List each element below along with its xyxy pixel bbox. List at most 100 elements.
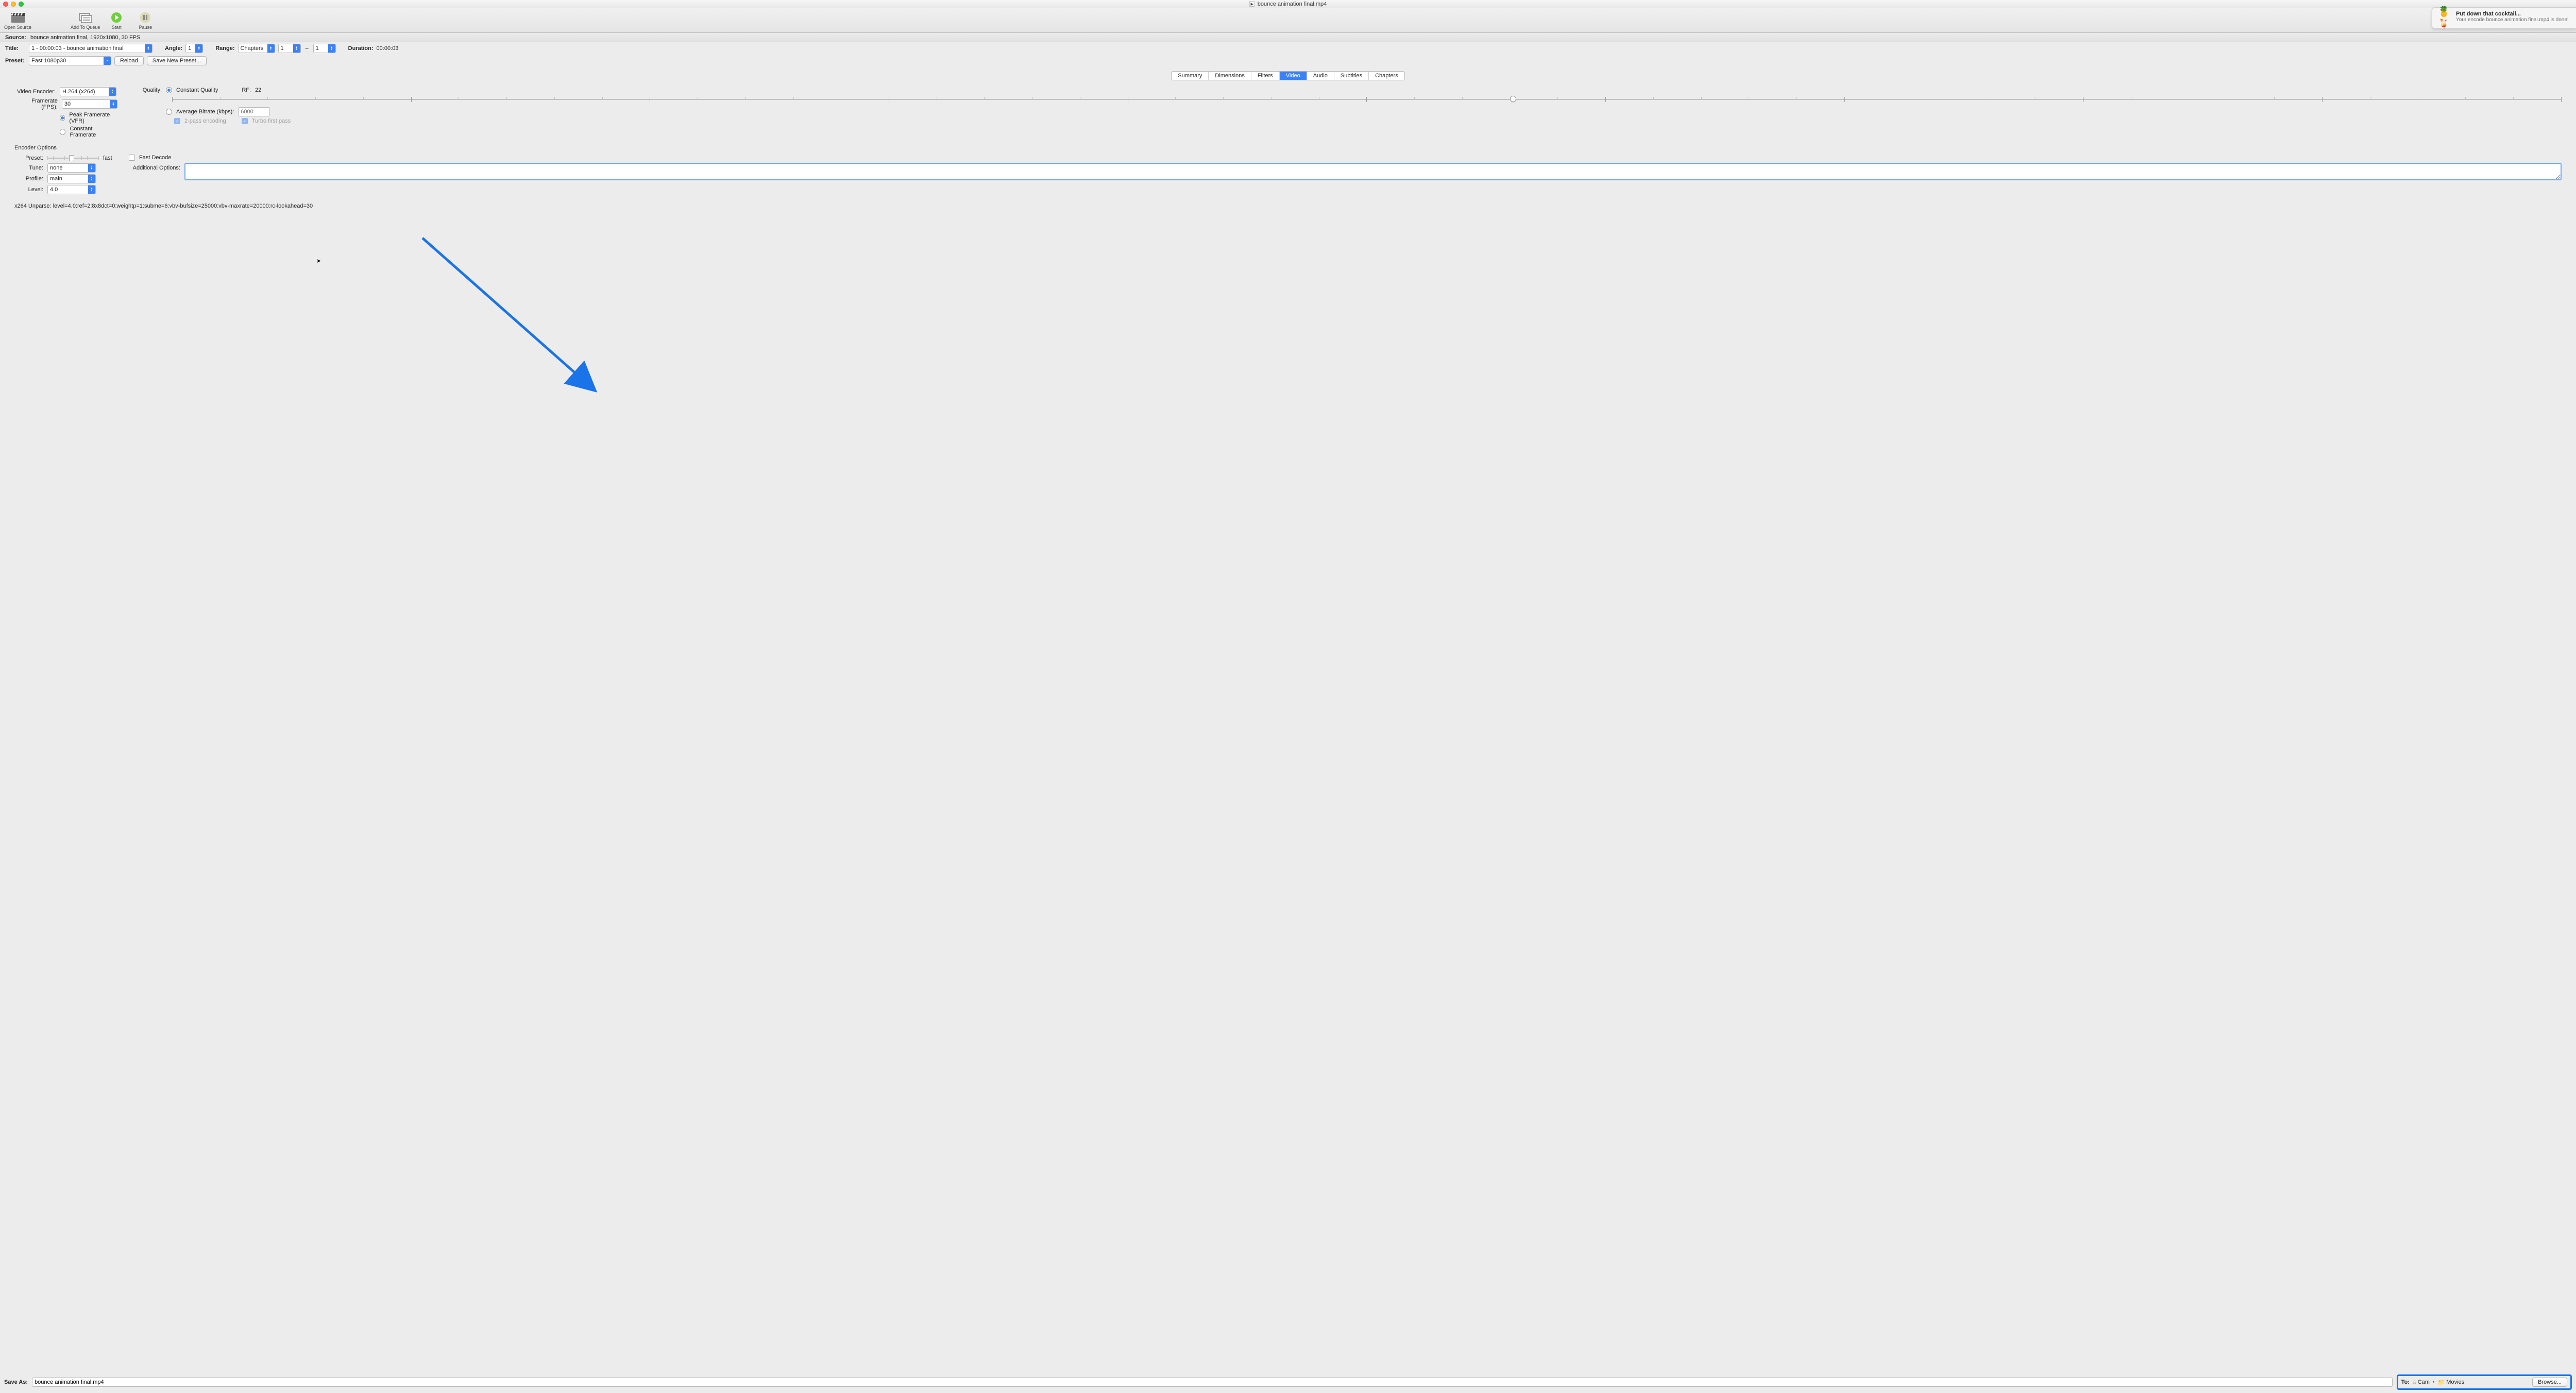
folder-icon: 📁 [2438, 1379, 2445, 1386]
toolbar-label: Add To Queue [71, 25, 100, 30]
start-button[interactable]: Start [104, 11, 129, 30]
pause-button[interactable]: Pause [133, 11, 158, 30]
titlebar: ▶ bounce animation final.mp4 [0, 0, 2576, 8]
profile-select[interactable]: main [47, 174, 96, 183]
fps-select[interactable]: 30 [62, 99, 117, 109]
notification-title: Put down that cocktail... [2456, 11, 2569, 17]
toolbar-label: Start [112, 25, 122, 30]
zoom-window-icon[interactable] [19, 2, 24, 7]
quality-label: Quality: [138, 87, 162, 93]
tab-subtitles[interactable]: Subtitles [1334, 72, 1369, 80]
tab-audio[interactable]: Audio [1307, 72, 1334, 80]
preset-select[interactable]: Fast 1080p30 [29, 56, 111, 65]
encoder-preset-slider[interactable] [47, 155, 99, 162]
avg-bitrate-field[interactable] [238, 107, 270, 116]
tab-bar: Summary Dimensions Filters Video Audio S… [0, 71, 2576, 80]
toolbar: Open Source Add To Queue Start Pause [0, 8, 2576, 33]
reload-button[interactable]: Reload [114, 56, 144, 65]
angle-select[interactable]: 1 [185, 44, 203, 53]
toolbar-label: Open Source [4, 25, 31, 30]
video-tab-body: Video Encoder: H.264 (x264) Framerate (F… [0, 80, 2576, 214]
range-from-select[interactable]: 1 [278, 44, 301, 53]
tab-segment: Summary Dimensions Filters Video Audio S… [1171, 71, 1404, 80]
title-select-value: 1 - 00:00:03 - bounce animation final [31, 45, 124, 52]
preset-label: Preset: [5, 58, 26, 64]
rf-slider[interactable] [172, 95, 2562, 104]
peak-vfr-label: Peak Framerate (VFR) [69, 112, 117, 124]
level-label: Level: [14, 186, 43, 193]
tab-summary[interactable]: Summary [1172, 72, 1209, 80]
source-row: Source: bounce animation final, 1920x108… [0, 33, 2576, 42]
to-label: To: [2401, 1379, 2410, 1385]
range-dash: – [304, 45, 310, 52]
open-source-button[interactable]: Open Source [4, 11, 31, 30]
title-select[interactable]: 1 - 00:00:03 - bounce animation final [29, 44, 152, 53]
constant-fr-radio[interactable] [60, 129, 65, 135]
handbrake-app-icon: 🍍🍹 [2437, 11, 2452, 25]
enc-preset-label: Preset: [14, 155, 43, 161]
preset-row: Preset: Fast 1080p30 Reload Save New Pre… [0, 55, 2576, 67]
title-row: Title: 1 - 00:00:03 - bounce animation f… [0, 42, 2576, 55]
encoder-options-header: Encoder Options [14, 145, 2562, 151]
title-label: Title: [5, 45, 26, 52]
range-to-select[interactable]: 1 [313, 44, 336, 53]
minimize-window-icon[interactable] [11, 2, 16, 7]
chevron-right-icon: › [2433, 1379, 2435, 1385]
destination-box: To: ⌂Cam › 📁Movies Browse... [2397, 1374, 2572, 1390]
toolbar-label: Pause [139, 25, 152, 30]
rf-value: 22 [255, 87, 261, 93]
range-mode-select[interactable]: Chapters [238, 44, 275, 53]
level-select[interactable]: 4.0 [47, 185, 96, 194]
video-encoder-label: Video Encoder: [14, 89, 56, 95]
duration-label: Duration: [348, 45, 374, 52]
rf-label: RF: [242, 87, 251, 93]
constant-quality-radio[interactable] [166, 87, 172, 93]
document-icon: ▶ [1249, 1, 1255, 7]
queue-icon [78, 12, 93, 23]
window-title: bounce animation final.mp4 [1258, 1, 1327, 7]
tune-label: Tune: [14, 165, 43, 171]
turbo-label: Turbo first pass [252, 118, 291, 124]
range-label: Range: [215, 45, 234, 52]
x264-unparse-text: x264 Unparse: level=4.0:ref=2:8x8dct=0:w… [14, 203, 2562, 209]
additional-options-label: Additional Options: [129, 163, 180, 171]
tab-video[interactable]: Video [1280, 72, 1307, 80]
pause-icon [140, 12, 151, 23]
twopass-label: 2-pass encoding [184, 118, 226, 124]
source-value: bounce animation final, 1920x1080, 30 FP… [30, 35, 140, 41]
save-new-preset-button[interactable]: Save New Preset... [147, 56, 207, 65]
fast-decode-checkbox[interactable] [129, 155, 135, 161]
profile-label: Profile: [14, 176, 43, 182]
cursor-icon: ➤ [316, 258, 321, 264]
breadcrumb-folder[interactable]: 📁Movies [2438, 1379, 2465, 1386]
turbo-checkbox [242, 118, 248, 124]
additional-options-field[interactable] [184, 163, 2562, 180]
play-icon [111, 12, 122, 23]
avg-bitrate-label: Average Bitrate (kbps): [176, 109, 234, 115]
home-icon: ⌂ [2413, 1379, 2416, 1385]
browse-button[interactable]: Browse... [2532, 1378, 2567, 1387]
tab-dimensions[interactable]: Dimensions [1209, 72, 1251, 80]
clapperboard-icon [10, 12, 26, 23]
constant-fr-label: Constant Framerate [70, 126, 117, 138]
peak-vfr-radio[interactable] [60, 115, 65, 121]
twopass-checkbox [174, 118, 180, 124]
video-encoder-select[interactable]: H.264 (x264) [60, 87, 116, 96]
saveas-label: Save As: [4, 1379, 28, 1385]
breadcrumb-home[interactable]: ⌂Cam [2413, 1379, 2430, 1385]
tab-filters[interactable]: Filters [1251, 72, 1280, 80]
avg-bitrate-radio[interactable] [166, 109, 172, 115]
tab-chapters[interactable]: Chapters [1369, 72, 1404, 80]
fps-label: Framerate (FPS): [14, 98, 58, 110]
add-to-queue-button[interactable]: Add To Queue [71, 11, 100, 30]
duration-value: 00:00:03 [377, 45, 399, 52]
angle-label: Angle: [165, 45, 182, 52]
close-window-icon[interactable] [3, 2, 8, 7]
notification-banner[interactable]: 🍍🍹 Put down that cocktail... Your encode… [2432, 7, 2576, 29]
saveas-field[interactable] [32, 1378, 2393, 1387]
constant-quality-label: Constant Quality [176, 87, 218, 93]
fast-decode-label: Fast Decode [139, 155, 171, 161]
tune-select[interactable]: none [47, 163, 96, 173]
bottom-bar: Save As: To: ⌂Cam › 📁Movies Browse... [4, 1374, 2572, 1390]
slider-ticks [172, 97, 2562, 102]
